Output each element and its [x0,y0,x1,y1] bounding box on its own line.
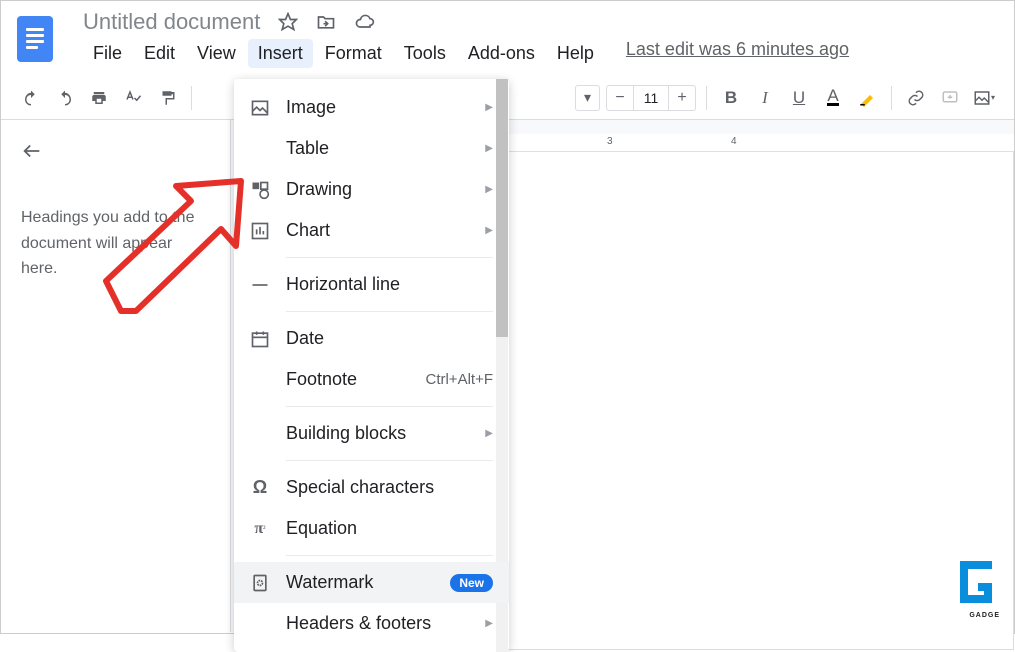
submenu-arrow-icon: ▶ [485,143,493,154]
menu-item-drawing[interactable]: Drawing ▶ [234,169,509,210]
menu-addons[interactable]: Add-ons [458,39,545,68]
cloud-status-icon[interactable] [354,12,376,32]
font-size-control[interactable]: − 11 + [606,85,696,111]
document-title[interactable]: Untitled document [83,9,260,35]
edit-status-link[interactable]: Last edit was 6 minutes ago [626,39,849,68]
watermark-logo: GADGE [954,559,1000,619]
date-icon [250,329,270,349]
menubar: File Edit View Insert Format Tools Add-o… [83,39,998,68]
menu-view[interactable]: View [187,39,246,68]
text-color-button[interactable]: A [819,84,847,112]
font-family-selector[interactable]: ▾ [575,85,600,111]
outline-hint-text: Headings you add to the document will ap… [21,205,210,282]
insert-image-button[interactable]: ▾ [970,84,998,112]
submenu-arrow-icon: ▶ [485,102,493,113]
font-size-value[interactable]: 11 [633,86,669,110]
format-paint-button[interactable] [153,84,181,112]
chart-icon [250,221,270,241]
menu-item-table[interactable]: Table ▶ [234,128,509,169]
menu-item-special-characters[interactable]: Ω Special characters [234,467,509,508]
new-badge: New [450,574,493,592]
menu-item-horizontal-line[interactable]: Horizontal line [234,264,509,305]
undo-button[interactable] [17,84,45,112]
omega-icon: Ω [250,478,270,498]
redo-button[interactable] [51,84,79,112]
hline-icon [250,275,270,295]
submenu-arrow-icon: ▶ [485,428,493,439]
highlight-button[interactable] [853,84,881,112]
submenu-arrow-icon: ▶ [485,225,493,236]
add-comment-button[interactable] [936,84,964,112]
print-button[interactable] [85,84,113,112]
menu-item-building-blocks[interactable]: Building blocks ▶ [234,413,509,454]
spellcheck-button[interactable] [119,84,147,112]
move-icon[interactable] [316,12,336,32]
menu-item-date[interactable]: Date [234,318,509,359]
menu-help[interactable]: Help [547,39,604,68]
image-icon [250,98,270,118]
menu-format[interactable]: Format [315,39,392,68]
outline-collapse-icon[interactable] [21,140,210,165]
underline-button[interactable]: U [785,84,813,112]
outline-panel: Headings you add to the document will ap… [1,120,231,632]
watermark-icon [250,573,270,593]
font-increase-button[interactable]: + [669,89,695,107]
menu-file[interactable]: File [83,39,132,68]
star-icon[interactable] [278,12,298,32]
menu-item-headers-footers[interactable]: Headers & footers ▶ [234,603,509,644]
menu-item-footnote[interactable]: Footnote Ctrl+Alt+F [234,359,509,400]
bold-button[interactable]: B [717,84,745,112]
insert-link-button[interactable] [902,84,930,112]
menu-item-watermark[interactable]: Watermark New [234,562,509,603]
menu-item-chart[interactable]: Chart ▶ [234,210,509,251]
docs-logo-icon[interactable] [17,16,53,62]
submenu-arrow-icon: ▶ [485,184,493,195]
font-decrease-button[interactable]: − [607,89,633,107]
italic-button[interactable]: I [751,84,779,112]
menu-edit[interactable]: Edit [134,39,185,68]
insert-menu-dropdown: Image ▶ Table ▶ Drawing ▶ Chart ▶ Horizo… [234,79,509,652]
menu-item-equation[interactable]: π² Equation [234,508,509,549]
menu-insert[interactable]: Insert [248,39,313,68]
menu-item-image[interactable]: Image ▶ [234,87,509,128]
drawing-icon [250,180,270,200]
menu-tools[interactable]: Tools [394,39,456,68]
submenu-arrow-icon: ▶ [485,618,493,629]
pi-icon: π² [250,519,270,539]
